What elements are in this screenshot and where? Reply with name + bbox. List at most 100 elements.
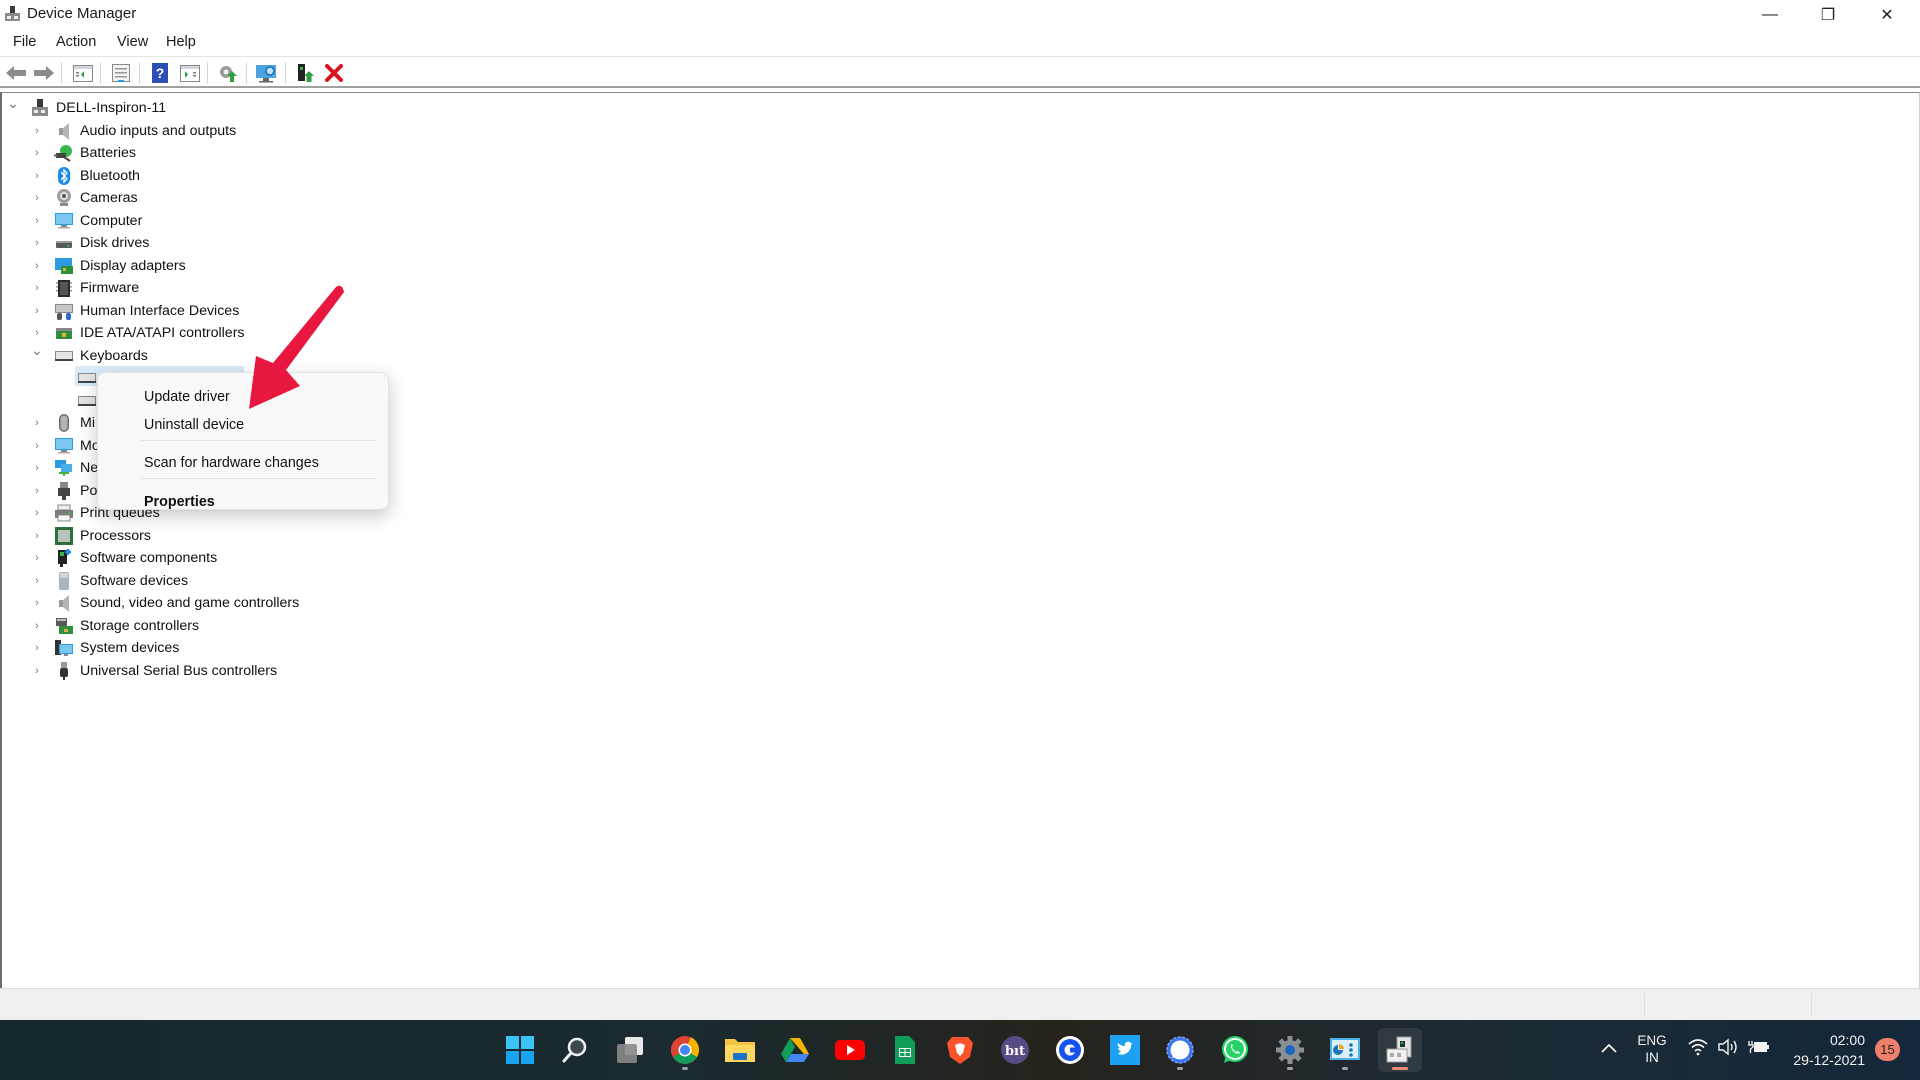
menu-action[interactable]: Action bbox=[54, 34, 98, 50]
expand-chevron-right-icon[interactable]: › bbox=[31, 435, 43, 457]
tree-item-software-devices[interactable]: › Software devices bbox=[35, 570, 188, 592]
volume-status[interactable] bbox=[1717, 1038, 1739, 1061]
tree-item-firmware[interactable]: › Firmware bbox=[35, 277, 139, 299]
tree-item-universal-serial-bus-controllers[interactable]: › Universal Serial Bus controllers bbox=[35, 660, 277, 682]
menu-file[interactable]: File bbox=[11, 34, 38, 50]
youtube-app[interactable] bbox=[828, 1028, 872, 1072]
action-pane-button[interactable] bbox=[178, 62, 202, 84]
tree-item-storage-controllers[interactable]: › Storage controllers bbox=[35, 615, 200, 637]
menu-view[interactable]: View bbox=[115, 34, 150, 50]
tree-item-mi[interactable]: › Mi bbox=[35, 412, 95, 434]
tree-item-disk-drives[interactable]: › Disk drives bbox=[35, 232, 149, 254]
expand-chevron-right-icon[interactable]: › bbox=[31, 165, 43, 187]
tree-item-software-components[interactable]: › Software components bbox=[35, 547, 218, 569]
expand-chevron-right-icon[interactable]: › bbox=[31, 457, 43, 479]
back-button[interactable] bbox=[4, 62, 28, 84]
running-indicator-active bbox=[1392, 1067, 1408, 1070]
start-button[interactable] bbox=[498, 1028, 542, 1072]
whatsapp-app[interactable] bbox=[1213, 1028, 1257, 1072]
tree-item-display-adapters[interactable]: › Display adapters bbox=[35, 255, 186, 277]
signal-app[interactable] bbox=[1158, 1028, 1202, 1072]
expand-chevron-right-icon[interactable]: › bbox=[31, 480, 43, 502]
restore-button[interactable]: ❐ bbox=[1799, 0, 1857, 30]
twitter-app[interactable] bbox=[1103, 1028, 1147, 1072]
expand-chevron-right-icon[interactable]: › bbox=[31, 277, 43, 299]
menu-update-driver[interactable]: Update driver bbox=[144, 389, 230, 405]
expand-chevron-right-icon[interactable]: › bbox=[31, 187, 43, 209]
menu-help[interactable]: Help bbox=[164, 34, 198, 50]
expand-chevron-right-icon[interactable]: › bbox=[31, 637, 43, 659]
expand-chevron-right-icon[interactable]: › bbox=[31, 120, 43, 142]
expand-chevron-right-icon[interactable]: › bbox=[31, 210, 43, 232]
tree-item-ne[interactable]: › Ne bbox=[35, 457, 98, 479]
tree-item-po[interactable]: › Po bbox=[35, 480, 97, 502]
expand-chevron-right-icon[interactable]: › bbox=[31, 615, 43, 637]
control-panel-app[interactable] bbox=[1323, 1028, 1367, 1072]
scan-hardware-button[interactable] bbox=[255, 62, 279, 84]
expand-chevron-right-icon[interactable]: › bbox=[31, 525, 43, 547]
menu-scan-hardware[interactable]: Scan for hardware changes bbox=[144, 455, 319, 471]
tree-item-keyboards[interactable]: ⌄ Keyboards bbox=[31, 342, 148, 367]
search-button[interactable] bbox=[553, 1028, 597, 1072]
expand-chevron-right-icon[interactable]: › bbox=[31, 142, 43, 164]
wifi-status[interactable] bbox=[1688, 1038, 1708, 1061]
tree-item-label: Storage controllers bbox=[80, 617, 200, 634]
tree-item-processors[interactable]: › Processors bbox=[35, 525, 151, 547]
menu-uninstall-device[interactable]: Uninstall device bbox=[144, 417, 244, 433]
expand-chevron-right-icon[interactable]: › bbox=[31, 255, 43, 277]
expand-chevron-right-icon[interactable]: › bbox=[31, 660, 43, 682]
update-driver-button[interactable] bbox=[216, 62, 240, 84]
device-manager-app[interactable] bbox=[1378, 1028, 1422, 1072]
google-sheets-app[interactable] bbox=[883, 1028, 927, 1072]
tree-item-mo[interactable]: › Mo bbox=[35, 435, 100, 457]
tree-item-audio-inputs-and-outputs[interactable]: › Audio inputs and outputs bbox=[35, 120, 236, 142]
expand-chevron-right-icon[interactable]: › bbox=[31, 502, 43, 524]
coinbase-app[interactable] bbox=[1048, 1028, 1092, 1072]
show-hidden-icons-button[interactable] bbox=[1598, 1037, 1620, 1059]
tree-item-system-devices[interactable]: › System devices bbox=[35, 637, 179, 659]
chrome-app[interactable] bbox=[663, 1028, 707, 1072]
uninstall-device-button[interactable] bbox=[322, 62, 346, 84]
expand-chevron-right-icon[interactable]: › bbox=[31, 547, 43, 569]
tree-item-label: Software components bbox=[80, 550, 218, 566]
software-component-icon bbox=[58, 549, 71, 567]
console-tree-button[interactable] bbox=[71, 62, 95, 84]
battery-status[interactable] bbox=[1748, 1038, 1770, 1061]
menu-properties[interactable]: Properties bbox=[144, 494, 215, 510]
close-button[interactable]: ✕ bbox=[1858, 0, 1916, 30]
google-drive-app[interactable] bbox=[773, 1028, 817, 1072]
expand-chevron-right-icon[interactable]: › bbox=[31, 570, 43, 592]
expand-chevron-right-icon[interactable]: › bbox=[31, 300, 43, 322]
tree-item-computer[interactable]: › Computer bbox=[35, 210, 142, 232]
expand-chevron-down-icon[interactable]: ⌄ bbox=[7, 92, 19, 114]
tree-root-computer[interactable]: ⌄ DELL-Inspiron-11 bbox=[7, 95, 166, 119]
google-sheets-icon bbox=[895, 1036, 915, 1064]
expand-chevron-down-icon[interactable]: ⌄ bbox=[31, 340, 43, 362]
minimize-button[interactable]: — bbox=[1741, 0, 1799, 30]
help-button[interactable]: ? bbox=[148, 62, 172, 84]
notification-badge[interactable]: 15 bbox=[1875, 1038, 1900, 1061]
clock[interactable]: 02:00 29-12-2021 bbox=[1780, 1030, 1865, 1070]
expand-chevron-right-icon[interactable]: › bbox=[31, 232, 43, 254]
tree-item-sound-video-and-game-controllers[interactable]: › Sound, video and game controllers bbox=[35, 592, 299, 614]
tree-item-bluetooth[interactable]: › Bluetooth bbox=[35, 165, 140, 187]
chrome-icon bbox=[671, 1036, 700, 1064]
tree-item-human-interface-devices[interactable]: › Human Interface Devices bbox=[35, 300, 239, 322]
tree-item-label: Processors bbox=[80, 527, 151, 544]
task-view-button[interactable] bbox=[608, 1028, 652, 1072]
file-explorer-app[interactable] bbox=[718, 1028, 762, 1072]
bit-app[interactable]: bıt bbox=[993, 1028, 1037, 1072]
tree-item-batteries[interactable]: › Batteries bbox=[35, 142, 136, 164]
settings-app[interactable] bbox=[1268, 1028, 1312, 1072]
language-indicator[interactable]: ENG IN bbox=[1632, 1032, 1672, 1066]
tree-item-cameras[interactable]: › Cameras bbox=[35, 187, 138, 209]
close-icon: ✕ bbox=[1880, 7, 1894, 24]
properties-button[interactable] bbox=[109, 62, 133, 84]
expand-chevron-right-icon[interactable]: › bbox=[31, 592, 43, 614]
forward-button[interactable] bbox=[32, 62, 56, 84]
add-legacy-hardware-button[interactable] bbox=[294, 62, 318, 84]
brave-app[interactable] bbox=[938, 1028, 982, 1072]
clock-time: 02:00 bbox=[1829, 1032, 1865, 1048]
expand-chevron-right-icon[interactable]: › bbox=[31, 412, 43, 434]
tree-item-ide-ata-atapi-controllers[interactable]: › IDE ATA/ATAPI controllers bbox=[35, 322, 244, 344]
